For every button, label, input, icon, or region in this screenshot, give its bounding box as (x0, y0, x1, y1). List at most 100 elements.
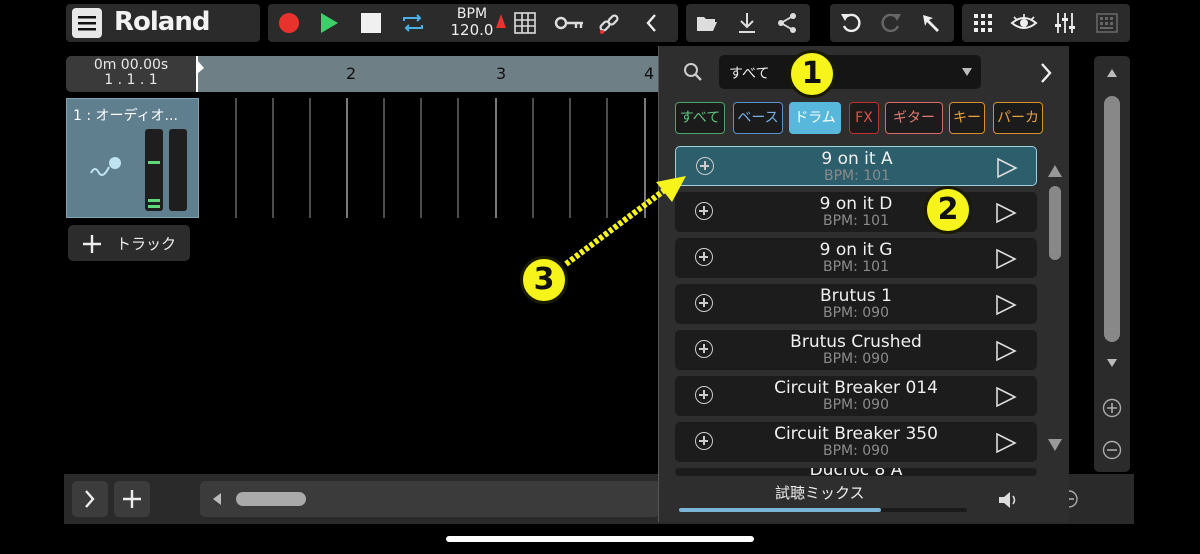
loop-item[interactable]: Circuit Breaker 014 BPM: 090 (675, 376, 1037, 416)
export-button[interactable] (732, 8, 762, 38)
keyboard-button[interactable] (1092, 8, 1122, 38)
list-scroll-up-icon[interactable] (1047, 164, 1063, 178)
scroll-down-icon[interactable] (1106, 358, 1118, 368)
preview-play-icon[interactable] (995, 340, 1017, 362)
category-tab-keys[interactable]: キー (949, 102, 985, 134)
hamburger-menu-button[interactable] (72, 8, 102, 38)
loop-name: Brutus 1 (820, 286, 892, 306)
vertical-scrollbar[interactable] (1094, 56, 1130, 472)
loop-item[interactable]: 9 on it D BPM: 101 (675, 192, 1037, 232)
play-button[interactable] (314, 8, 344, 38)
loop-item[interactable]: Brutus 1 BPM: 090 (675, 284, 1037, 324)
ruler-label: 3 (496, 64, 507, 83)
keyboard-icon (1096, 13, 1118, 33)
preview-mix-fill (679, 508, 881, 512)
list-scrollbar-thumb[interactable] (1049, 186, 1061, 260)
preview-play-icon[interactable] (995, 202, 1017, 224)
add-loop-icon[interactable] (695, 340, 713, 358)
key-button[interactable] (552, 8, 586, 38)
chevron-right-icon[interactable] (1039, 62, 1053, 84)
loop-name: Ducroc 8 A (745, 468, 967, 476)
zoom-out-icon[interactable] (1102, 440, 1122, 460)
redo-button[interactable] (876, 8, 906, 38)
loop-button[interactable] (398, 8, 428, 38)
view-button[interactable] (1008, 8, 1040, 38)
grid-button[interactable] (510, 8, 540, 38)
zoom-in-icon[interactable] (1102, 398, 1122, 418)
scrollbar-thumb[interactable] (1104, 96, 1120, 342)
chevron-down-icon (962, 68, 972, 76)
track-name: 1 : オーディオ... (73, 108, 178, 124)
add-loop-icon[interactable] (695, 386, 713, 404)
add-track-button[interactable]: トラック (68, 225, 190, 261)
list-scroll-down-icon[interactable] (1047, 438, 1063, 452)
home-indicator[interactable] (446, 536, 754, 542)
download-icon (739, 13, 755, 33)
stop-button[interactable] (356, 8, 386, 38)
add-button[interactable] (114, 481, 150, 517)
preview-play-icon[interactable] (996, 157, 1018, 179)
volume-fader[interactable] (169, 129, 187, 211)
bpm-display[interactable]: BPM 120.0 (444, 6, 500, 38)
preview-play-icon[interactable] (995, 432, 1017, 454)
search-filter-value: すべて (729, 66, 770, 82)
plus-icon (83, 235, 101, 253)
preview-play-icon[interactable] (995, 386, 1017, 408)
pads-button[interactable] (968, 8, 998, 38)
loop-item[interactable]: 9 on it A BPM: 101 (675, 146, 1037, 186)
link-icon (599, 14, 619, 34)
preview-mix-slider[interactable] (679, 508, 967, 512)
loop-name: Circuit Breaker 350 (774, 424, 938, 444)
loop-item[interactable]: 9 on it G BPM: 101 (675, 238, 1037, 278)
add-loop-icon[interactable] (695, 294, 713, 312)
position-display: 1 . 1 . 1 (104, 72, 158, 88)
link-button[interactable] (594, 8, 624, 38)
speaker-icon[interactable] (997, 490, 1019, 510)
category-tab-fx[interactable]: FX (849, 102, 879, 134)
annotation-arrow-icon (564, 176, 686, 267)
timeline-ruler[interactable]: 2 3 4 (196, 56, 662, 92)
microphone-icon (90, 157, 121, 176)
meter-segment (148, 205, 160, 208)
category-tab-all[interactable]: すべて (675, 102, 725, 134)
scroll-up-icon[interactable] (1106, 68, 1118, 78)
eye-icon (1010, 14, 1038, 29)
horizontal-scrollbar[interactable] (200, 481, 660, 517)
select-tool-button[interactable] (916, 8, 946, 38)
record-button[interactable] (274, 8, 304, 38)
time-readout[interactable]: 0m 00.00s 1 . 1 . 1 (66, 56, 196, 92)
category-tab-percussion[interactable]: パーカ (993, 102, 1043, 134)
search-icon[interactable] (683, 62, 703, 82)
loop-name: 9 on it G (819, 240, 893, 260)
grid-icon (514, 12, 536, 34)
time-display: 0m 00.00s (93, 57, 169, 73)
loop-item[interactable]: Ducroc 8 A (675, 468, 1037, 476)
expand-button[interactable] (72, 481, 108, 517)
collapse-button[interactable] (636, 8, 666, 38)
grid-line (532, 98, 534, 218)
open-folder-button[interactable] (692, 8, 722, 38)
chevron-right-icon (85, 490, 95, 508)
preview-play-icon[interactable] (995, 294, 1017, 316)
scroll-left-icon[interactable] (212, 493, 222, 505)
loop-item[interactable]: Circuit Breaker 350 BPM: 090 (675, 422, 1037, 462)
category-tab-bass[interactable]: ベース (733, 102, 783, 134)
mixer-button[interactable] (1050, 8, 1080, 38)
transport-group: BPM 120.0 (268, 4, 678, 42)
share-button[interactable] (772, 8, 802, 38)
loop-item[interactable]: Brutus Crushed BPM: 090 (675, 330, 1037, 370)
playhead-marker-icon[interactable] (196, 56, 206, 92)
search-filter-dropdown[interactable]: すべて (719, 55, 981, 89)
category-tab-guitar[interactable]: ギター (885, 102, 943, 134)
scrollbar-thumb[interactable] (236, 492, 306, 506)
track-header[interactable]: 1 : オーディオ... (66, 98, 199, 218)
category-tab-drums[interactable]: ドラム (789, 102, 841, 134)
pads-icon (974, 14, 992, 32)
loop-bpm: BPM: 090 (822, 443, 889, 459)
metronome-icon[interactable] (496, 14, 506, 28)
add-loop-icon[interactable] (695, 432, 713, 450)
preview-play-icon[interactable] (995, 248, 1017, 270)
ruler-label: 4 (644, 64, 655, 83)
grid-line (346, 98, 348, 218)
undo-button[interactable] (836, 8, 866, 38)
